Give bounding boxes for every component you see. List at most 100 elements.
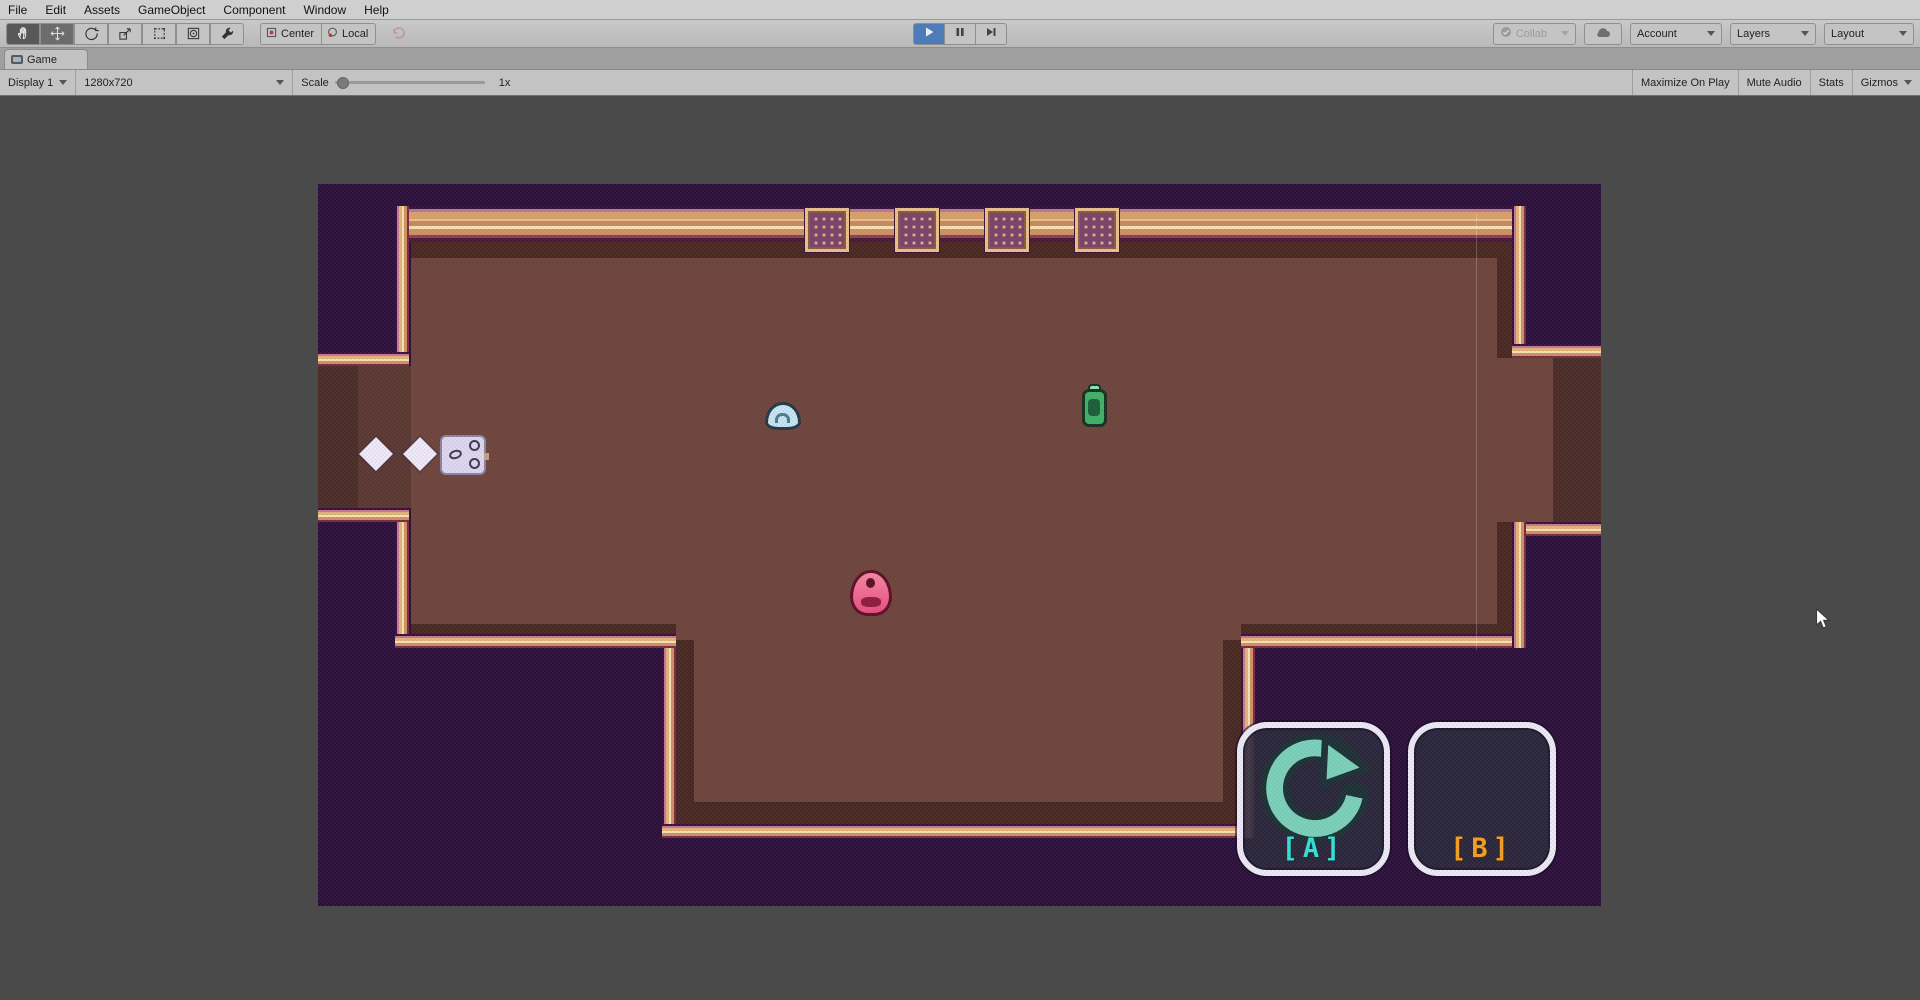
wall-shadow bbox=[676, 802, 1241, 824]
wall-segment bbox=[1241, 634, 1526, 648]
menu-item-edit[interactable]: Edit bbox=[45, 3, 66, 17]
move-icon bbox=[50, 26, 65, 41]
rect-tool-button[interactable] bbox=[142, 23, 176, 45]
green-jar-item bbox=[1082, 384, 1107, 428]
hand-tool-button[interactable] bbox=[6, 23, 40, 45]
resolution-dropdown[interactable]: 1280x720 bbox=[76, 70, 292, 95]
robot-eye bbox=[469, 440, 480, 451]
cloud-icon bbox=[1595, 26, 1611, 41]
ornate-wall-tile bbox=[805, 208, 849, 252]
play-button[interactable] bbox=[913, 23, 945, 45]
wall-segment bbox=[662, 648, 676, 838]
window-tab-bar: Game bbox=[0, 48, 1920, 70]
account-dropdown[interactable]: Account bbox=[1630, 23, 1722, 45]
menu-item-help[interactable]: Help bbox=[364, 3, 389, 17]
play-controls bbox=[913, 23, 1007, 45]
menu-item-component[interactable]: Component bbox=[223, 3, 285, 17]
tab-game[interactable]: Game bbox=[4, 49, 88, 69]
maximize-on-play-button[interactable]: Maximize On Play bbox=[1633, 70, 1738, 95]
wall-segment bbox=[1512, 344, 1601, 358]
game-tab-label: Game bbox=[27, 54, 57, 66]
ornate-wall-tile bbox=[895, 208, 939, 252]
main-toolbar: Center Local bbox=[0, 20, 1920, 48]
game-button-a[interactable]: [A] bbox=[1237, 722, 1390, 876]
scale-tool-button[interactable] bbox=[108, 23, 142, 45]
display-label: Display 1 bbox=[8, 77, 53, 89]
transform-tools-group bbox=[6, 23, 244, 45]
layout-dropdown[interactable]: Layout bbox=[1824, 23, 1914, 45]
slime-body bbox=[850, 570, 892, 616]
wall-segment bbox=[395, 206, 409, 358]
snap-disabled-button bbox=[390, 23, 406, 44]
chevron-down-icon bbox=[1561, 31, 1569, 36]
rotate-tool-button[interactable] bbox=[74, 23, 108, 45]
rotate-icon bbox=[84, 26, 99, 41]
slime-eye bbox=[866, 578, 875, 588]
gizmos-dropdown[interactable]: Gizmos bbox=[1853, 70, 1920, 95]
robot-antenna bbox=[484, 453, 489, 460]
wall-segment bbox=[395, 634, 676, 648]
transform-tool-button[interactable] bbox=[176, 23, 210, 45]
robot-eye bbox=[469, 458, 480, 469]
wall-segment bbox=[318, 352, 409, 366]
wall-segment bbox=[1512, 206, 1526, 344]
hand-icon bbox=[16, 26, 31, 41]
scale-slider-knob[interactable] bbox=[337, 77, 349, 89]
rotation-toggle-button[interactable]: Local bbox=[322, 23, 376, 45]
stats-button[interactable]: Stats bbox=[1811, 70, 1852, 95]
layers-dropdown[interactable]: Layers bbox=[1730, 23, 1816, 45]
resolution-label: 1280x720 bbox=[84, 77, 132, 89]
ornate-wall-tile bbox=[1075, 208, 1119, 252]
cloud-button[interactable] bbox=[1584, 23, 1622, 45]
chevron-down-icon bbox=[1904, 80, 1912, 85]
pause-icon bbox=[954, 25, 966, 43]
play-icon bbox=[923, 25, 935, 43]
pivot-toggle-button[interactable]: Center bbox=[260, 23, 322, 45]
floor-region bbox=[411, 242, 1515, 640]
menu-item-window[interactable]: Window bbox=[303, 3, 346, 17]
game-button-b[interactable]: [B] bbox=[1408, 722, 1556, 876]
menu-item-assets[interactable]: Assets bbox=[84, 3, 120, 17]
scale-slider[interactable] bbox=[335, 81, 485, 84]
step-button[interactable] bbox=[976, 23, 1007, 45]
robot-player bbox=[440, 435, 486, 475]
menu-item-gameobject[interactable]: GameObject bbox=[138, 3, 205, 17]
mute-audio-label: Mute Audio bbox=[1747, 77, 1802, 89]
menu-item-file[interactable]: File bbox=[8, 3, 27, 17]
custom-tool-button[interactable] bbox=[210, 23, 244, 45]
ufo-marking bbox=[775, 413, 790, 423]
wall-segment bbox=[395, 206, 1526, 242]
menu-bar: File Edit Assets GameObject Component Wi… bbox=[0, 0, 1920, 20]
collab-dropdown[interactable]: Collab bbox=[1493, 23, 1576, 45]
move-tool-button[interactable] bbox=[40, 23, 74, 45]
rotation-label: Local bbox=[342, 28, 368, 40]
undo-snap-icon bbox=[390, 23, 406, 44]
button-a-label: [A] bbox=[1243, 833, 1384, 864]
transform-icon bbox=[186, 26, 201, 41]
game-view-toolbar: Display 1 1280x720 Scale 1x Maximize On … bbox=[0, 70, 1920, 96]
chevron-down-icon bbox=[59, 80, 67, 85]
chevron-down-icon bbox=[276, 80, 284, 85]
account-label: Account bbox=[1637, 28, 1677, 40]
layers-label: Layers bbox=[1737, 28, 1770, 40]
robot-mouth bbox=[448, 448, 463, 461]
maximize-on-play-label: Maximize On Play bbox=[1641, 77, 1730, 89]
mute-audio-button[interactable]: Mute Audio bbox=[1739, 70, 1810, 95]
pivot-label: Center bbox=[281, 28, 314, 40]
pause-button[interactable] bbox=[945, 23, 976, 45]
game-render-surface[interactable]: [A] [B] bbox=[318, 184, 1601, 906]
ornate-wall-tile bbox=[985, 208, 1029, 252]
tile-seam-line bbox=[1476, 214, 1477, 650]
game-viewport: [A] [B] bbox=[0, 96, 1920, 1000]
collab-check-icon bbox=[1500, 26, 1512, 41]
wall-shadow bbox=[411, 242, 1515, 258]
wall-segment bbox=[1512, 522, 1526, 648]
display-dropdown[interactable]: Display 1 bbox=[0, 70, 75, 95]
layout-label: Layout bbox=[1831, 28, 1864, 40]
collab-label: Collab bbox=[1516, 28, 1547, 40]
scale-icon bbox=[118, 26, 133, 41]
corridor-shade bbox=[318, 366, 358, 508]
pivot-icon bbox=[265, 26, 278, 42]
game-tab-icon bbox=[11, 55, 23, 64]
jar-contents bbox=[1088, 399, 1100, 416]
